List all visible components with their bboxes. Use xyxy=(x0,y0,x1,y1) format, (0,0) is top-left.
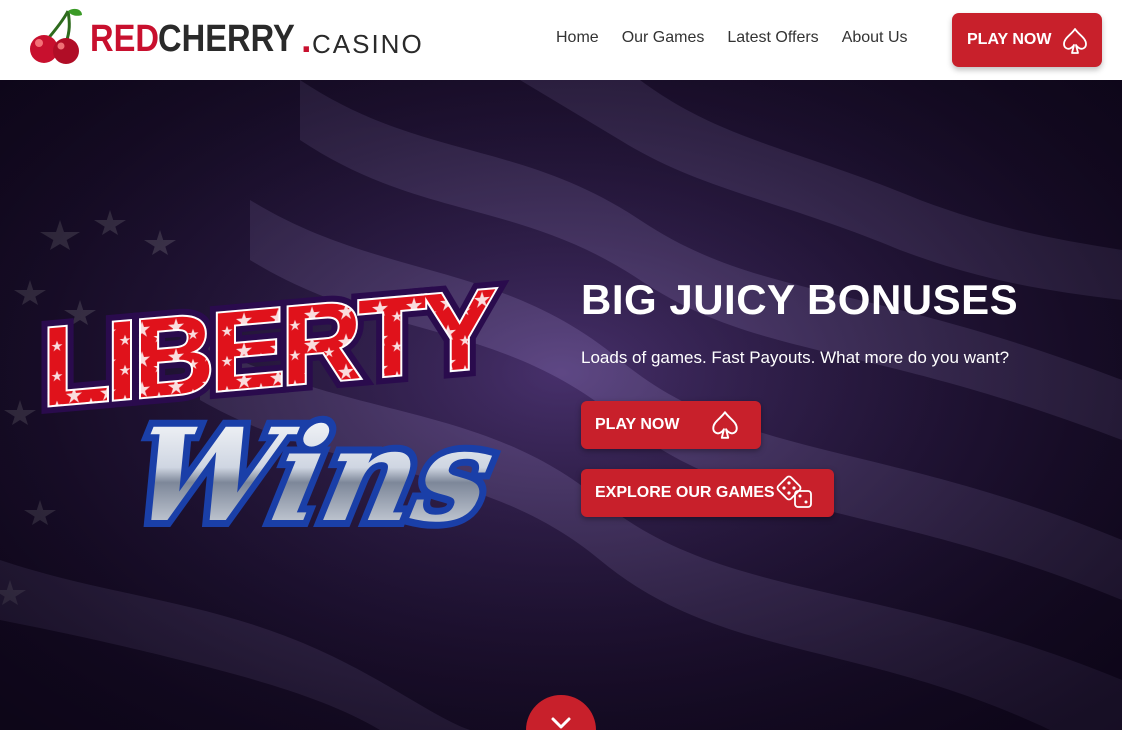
logo-word-casino: CASINO xyxy=(312,29,424,59)
site-logo[interactable]: RED CHERRY . CASINO xyxy=(24,5,424,67)
logo-word-cherry: CHERRY xyxy=(158,18,295,60)
header-play-now-label: PLAY NOW xyxy=(967,31,1052,48)
explore-games-label: EXPLORE OUR GAMES xyxy=(595,484,775,501)
dice-icon xyxy=(776,475,812,508)
cherry-icon xyxy=(30,8,82,64)
main-nav: Home Our Games Latest Offers About Us xyxy=(556,29,931,47)
spade-icon xyxy=(1063,28,1087,54)
hero-play-now-label: PLAY NOW xyxy=(595,416,680,433)
nav-our-games[interactable]: Our Games xyxy=(622,29,705,47)
hero-subtitle: Loads of games. Fast Payouts. What more … xyxy=(581,348,1010,367)
site-header: RED CHERRY . CASINO Home Our Games Lates… xyxy=(0,0,1122,80)
hero-section: LIBERTY LIBERTY Wins BIG JUICY BONUSES L… xyxy=(0,80,1122,730)
chevron-down-icon xyxy=(551,717,571,729)
logo-word-red: RED xyxy=(90,18,160,60)
liberty-logo-line2: Wins xyxy=(119,399,506,550)
nav-home[interactable]: Home xyxy=(556,29,599,47)
explore-games-button[interactable]: EXPLORE OUR GAMES xyxy=(581,469,834,517)
hero-title: BIG JUICY BONUSES xyxy=(581,276,1019,323)
header-play-now-button[interactable]: PLAY NOW xyxy=(952,13,1102,67)
nav-latest-offers[interactable]: Latest Offers xyxy=(727,29,818,47)
liberty-wins-game-logo: LIBERTY LIBERTY Wins xyxy=(34,265,514,558)
logo-dot: . xyxy=(301,19,312,61)
hero-play-now-button[interactable]: PLAY NOW xyxy=(581,401,761,449)
spade-icon xyxy=(712,411,738,439)
nav-about-us[interactable]: About Us xyxy=(842,29,908,47)
